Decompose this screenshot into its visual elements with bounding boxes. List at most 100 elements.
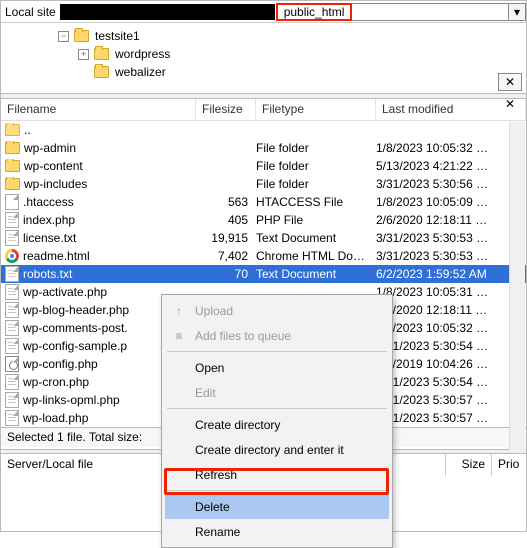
ctx-open-label: Open <box>195 361 224 375</box>
file-row[interactable]: license.txt 19,915Text Document3/31/2023 … <box>1 229 526 247</box>
file-row[interactable]: .htaccess 563HTACCESS File1/8/2023 10:05:… <box>1 193 526 211</box>
context-menu: ↑ Upload ≡ Add files to queue Open Edit … <box>161 294 393 548</box>
txt-file-icon <box>5 266 19 282</box>
column-headers[interactable]: Filename Filesize Filetype Last modified <box>1 99 526 121</box>
file-name: .htaccess <box>23 195 74 209</box>
file-size: 563 <box>196 195 256 209</box>
file-name: wp-comments-post. <box>23 321 128 335</box>
php-file-icon <box>5 284 19 300</box>
ctx-upload: ↑ Upload <box>165 298 389 323</box>
ctx-upload-label: Upload <box>195 304 233 318</box>
file-name: license.txt <box>23 231 76 245</box>
txt-file-icon <box>5 230 19 246</box>
header-filename[interactable]: Filename <box>1 99 196 120</box>
ctx-create-directory-enter[interactable]: Create directory and enter it <box>165 437 389 462</box>
file-row[interactable]: robots.txt70Text Document6/2/2023 1:59:5… <box>1 265 526 283</box>
path-public-html[interactable]: public_html <box>276 3 353 21</box>
chevron-down-icon: ▾ <box>514 5 520 19</box>
ctx-create-dir-label: Create directory <box>195 418 280 432</box>
file-name: robots.txt <box>23 267 72 281</box>
pane-close-button-mid[interactable]: ✕ <box>498 95 522 113</box>
ctx-delete[interactable]: Delete <box>165 494 389 519</box>
file-name: wp-links-opml.php <box>23 393 120 407</box>
file-name: wp-activate.php <box>23 285 107 299</box>
php-file-icon <box>5 374 19 390</box>
file-row[interactable]: wp-contentFile folder5/13/2023 4:21:22 … <box>1 157 526 175</box>
vertical-scrollbar[interactable] <box>509 122 525 451</box>
path-input[interactable] <box>352 3 508 21</box>
header-filesize[interactable]: Filesize <box>196 99 256 120</box>
file-modified: 3/31/2023 5:30:53 … <box>376 231 526 245</box>
file-size: 19,915 <box>196 231 256 245</box>
tree-label: testsite1 <box>95 29 140 43</box>
file-row[interactable]: .. <box>1 121 526 139</box>
ctx-add-queue: ≡ Add files to queue <box>165 323 389 348</box>
folder-icon <box>5 178 20 190</box>
file-name: wp-includes <box>24 177 87 191</box>
config-file-icon <box>5 356 19 372</box>
path-dropdown-button[interactable]: ▾ <box>508 3 526 21</box>
file-name: wp-admin <box>24 141 76 155</box>
tree-label: webalizer <box>115 65 166 79</box>
tree-item[interactable]: webalizer <box>56 63 526 81</box>
ctx-edit-label: Edit <box>195 386 216 400</box>
file-row[interactable]: readme.html 7,402Chrome HTML Do…3/31/2023… <box>1 247 526 265</box>
ctx-add-queue-label: Add files to queue <box>195 329 291 343</box>
file-name: wp-cron.php <box>23 375 89 389</box>
header-filetype[interactable]: Filetype <box>256 99 376 120</box>
file-name: .. <box>24 123 31 137</box>
file-row[interactable]: wp-includesFile folder3/31/2023 5:30:56 … <box>1 175 526 193</box>
file-name: readme.html <box>23 249 90 263</box>
file-modified: 3/31/2023 5:30:57 … <box>376 411 526 425</box>
php-file-icon <box>5 338 19 354</box>
queue-icon: ≡ <box>171 328 187 344</box>
php-file-icon <box>5 410 19 426</box>
ctx-separator <box>167 408 387 409</box>
tree-label: wordpress <box>115 47 170 61</box>
file-name: index.php <box>23 213 75 227</box>
file-type: HTACCESS File <box>256 195 376 209</box>
file-modified: 3/31/2023 5:30:57 … <box>376 393 526 407</box>
file-row[interactable]: index.php405PHP File2/6/2020 12:18:11 … <box>1 211 526 229</box>
file-size: 70 <box>196 267 256 281</box>
file-name: wp-load.php <box>23 411 88 425</box>
chrome-icon <box>5 249 19 263</box>
php-file-icon <box>5 392 19 408</box>
file-modified: 4/1/2019 10:04:26 … <box>376 357 526 371</box>
file-name: wp-config.php <box>23 357 98 371</box>
pane-close-button-top[interactable]: ✕ <box>498 73 522 91</box>
file-modified: 1/8/2023 10:05:32 … <box>376 141 526 155</box>
file-modified: 6/2/2023 1:59:52 AM <box>376 267 526 281</box>
close-icon: ✕ <box>505 75 515 89</box>
path-bar: Local site public_html ▾ <box>1 1 526 23</box>
tree-toggle-icon[interactable]: − <box>58 31 69 42</box>
file-modified: 3/31/2023 5:30:54 … <box>376 339 526 353</box>
ctx-separator <box>167 490 387 491</box>
status-prio: Prio <box>492 454 526 476</box>
parent-folder-icon <box>5 124 20 136</box>
status-size: Size <box>446 454 492 476</box>
local-site-label: Local site <box>1 5 60 19</box>
ctx-refresh[interactable]: Refresh <box>165 462 389 487</box>
tree-item[interactable]: − testsite1 <box>56 27 526 45</box>
php-file-icon <box>5 320 19 336</box>
ctx-create-directory[interactable]: Create directory <box>165 412 389 437</box>
php-file-icon <box>5 302 19 318</box>
file-row[interactable]: wp-admin File folder1/8/2023 10:05:32 … <box>1 139 526 157</box>
file-modified: 1/8/2023 10:05:32 … <box>376 321 526 335</box>
file-type: Text Document <box>256 231 376 245</box>
tree-toggle-icon[interactable]: + <box>78 49 89 60</box>
file-modified: 1/8/2023 10:05:31 … <box>376 285 526 299</box>
file-modified: 2/6/2020 12:18:11 … <box>376 213 526 227</box>
ctx-create-dir-enter-label: Create directory and enter it <box>195 443 344 457</box>
file-modified: 3/31/2023 5:30:53 … <box>376 249 526 263</box>
file-type: Chrome HTML Do… <box>256 249 376 263</box>
ctx-open[interactable]: Open <box>165 355 389 380</box>
tree-item[interactable]: + wordpress <box>56 45 526 63</box>
pane-splitter-top[interactable]: ✕ ✕ <box>1 93 526 99</box>
file-size: 7,402 <box>196 249 256 263</box>
folder-icon <box>74 30 89 42</box>
file-type: File folder <box>256 141 376 155</box>
folder-tree[interactable]: − testsite1 + wordpress webalizer <box>1 23 526 93</box>
file-modified: 1/8/2023 10:05:09 … <box>376 195 526 209</box>
